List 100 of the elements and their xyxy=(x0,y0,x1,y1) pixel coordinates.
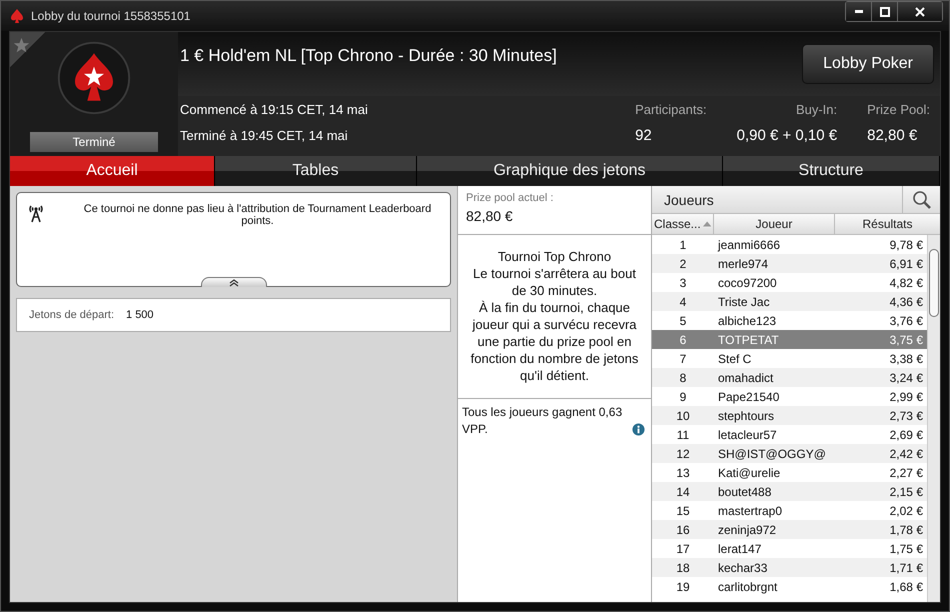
player-cell-text: Stef C xyxy=(717,352,752,366)
result-cell-text: 2,02 € xyxy=(888,504,924,518)
starting-chips-label: Jetons de départ: xyxy=(29,309,114,321)
result-cell-text: 1,68 € xyxy=(888,580,924,594)
rank-cell-text: 8 xyxy=(678,370,688,384)
lobby-poker-button[interactable]: Lobby Poker xyxy=(802,44,934,84)
player-row[interactable]: 8 omahadict 3,24 € xyxy=(652,368,927,387)
player-row[interactable]: 18 kechar33 1,71 € xyxy=(652,558,927,577)
result-cell-text: 1,78 € xyxy=(888,522,924,536)
maximize-button[interactable] xyxy=(872,2,898,21)
result-cell-text: 3,24 € xyxy=(888,370,924,384)
player-row[interactable]: 10 stephtours 2,73 € xyxy=(652,406,927,425)
collapse-button[interactable] xyxy=(200,277,266,287)
rank-cell-text: 2 xyxy=(678,256,688,270)
player-cell-text: TOTPETAT xyxy=(717,332,780,346)
info-icon[interactable] xyxy=(632,423,645,436)
player-cell-text: letacleur57 xyxy=(717,428,778,442)
player-row[interactable]: 16 zeninja972 1,78 € xyxy=(652,520,927,539)
player-cell-text: SH@IST@OGGY@ xyxy=(717,446,827,460)
rank-cell-text: 7 xyxy=(678,352,688,366)
player-cell-text: zeninja972 xyxy=(717,522,778,536)
double-chevron-up-icon xyxy=(228,278,240,286)
status-label: Terminé xyxy=(30,132,158,152)
tab[interactable]: Tables xyxy=(215,156,417,186)
result-cell-text: 4,36 € xyxy=(888,294,924,308)
stat-value: 82,80 € xyxy=(867,127,918,144)
result-cell-text: 1,71 € xyxy=(888,560,924,574)
description-text: À la fin du tournoi, chaque joueur qui a survécu recevra une partie du prize pool en fonction du nombre de jetons qu'il détient. xyxy=(470,299,639,384)
stat-value: 0,90 € + 0,10 € xyxy=(736,127,838,144)
tab[interactable]: Graphique des jetons xyxy=(417,156,723,186)
result-cell-text: 2,42 € xyxy=(888,446,924,460)
player-cell-text: Pape21540 xyxy=(717,390,780,404)
column-header[interactable]: Joueur xyxy=(714,214,835,234)
column-header[interactable]: Classe... xyxy=(652,214,714,234)
player-cell-text: stephtours xyxy=(717,408,776,422)
starting-chips-value: 1 500 xyxy=(126,309,154,321)
close-icon xyxy=(915,6,925,16)
player-row[interactable]: 14 boutet488 2,15 € xyxy=(652,482,927,501)
rank-cell-text: 1 xyxy=(678,238,688,252)
rank-cell-text: 17 xyxy=(675,542,691,556)
result-cell-text: 9,78 € xyxy=(888,238,924,252)
result-cell-text: 3,76 € xyxy=(888,314,924,328)
description-text: Tournoi Top Chrono xyxy=(496,248,612,265)
result-cell-text: 6,91 € xyxy=(888,256,924,270)
notice-text: Ce tournoi ne donne pas lieu à l'attribution de Tournament Leaderboard points. xyxy=(82,203,432,229)
player-cell-text: lerat147 xyxy=(717,542,762,556)
result-cell-text: 4,82 € xyxy=(888,276,924,290)
player-row[interactable]: 2 merle974 6,91 € xyxy=(652,254,927,273)
tournament-title: 1 € Hold'em NL [Top Chrono - Durée : 30 Minutes] xyxy=(180,46,557,66)
result-cell-text: 3,38 € xyxy=(888,352,924,366)
player-cell-text: Kati@urelie xyxy=(717,466,782,480)
rank-cell-text: 10 xyxy=(675,408,691,422)
close-button[interactable] xyxy=(898,2,942,21)
stat-label: Prize Pool: xyxy=(867,102,930,117)
rank-cell-text: 18 xyxy=(675,560,691,574)
player-cell-text: carlitobrgnt xyxy=(717,580,778,594)
window-title: Lobby du tournoi 1558355101 xyxy=(31,9,190,23)
player-row[interactable]: 12 SH@IST@OGGY@ 2,42 € xyxy=(652,444,927,463)
spade-logo-icon xyxy=(56,40,132,116)
player-cell-text: kechar33 xyxy=(717,560,768,574)
star-icon[interactable] xyxy=(13,37,30,54)
result-cell-text: 2,27 € xyxy=(888,466,924,480)
result-cell-text: 2,73 € xyxy=(888,408,924,422)
rank-cell-text: 13 xyxy=(675,466,691,480)
stat-label: Buy-In: xyxy=(794,102,838,117)
rank-cell-text: 15 xyxy=(675,504,691,518)
player-cell-text: boutet488 xyxy=(717,484,772,498)
rank-cell-text: 5 xyxy=(678,314,688,328)
start-time: Commencé à 19:15 CET, 14 mai xyxy=(180,102,368,117)
rank-cell-text: 14 xyxy=(675,484,691,498)
result-cell-text: 2,69 € xyxy=(888,428,924,442)
prize-pool-value: 82,80 € xyxy=(466,208,514,224)
player-cell-text: mastertrap0 xyxy=(717,504,784,518)
player-cell-text: omahadict xyxy=(717,370,774,384)
result-cell-text: 1,75 € xyxy=(888,542,924,556)
rank-cell-text: 9 xyxy=(678,390,688,404)
result-cell-text: 3,75 € xyxy=(888,332,924,346)
tab[interactable]: Accueil xyxy=(10,156,215,186)
description-text: Le tournoi s'arrêtera au bout de 30 minutes. xyxy=(472,265,637,299)
scrollbar[interactable] xyxy=(927,235,940,602)
players-title: Joueurs xyxy=(663,192,714,208)
rank-cell-text: 19 xyxy=(675,580,691,594)
maximize-icon xyxy=(880,6,890,16)
player-cell-text: merle974 xyxy=(717,256,770,270)
rank-cell-text: 11 xyxy=(676,428,690,442)
end-time: Terminé à 19:45 CET, 14 mai xyxy=(180,128,349,143)
column-header[interactable]: Résultats xyxy=(835,214,940,234)
vpp-text: Tous les joueurs gagnent 0,63 VPP. xyxy=(462,404,624,438)
result-cell-text: 2,99 € xyxy=(888,390,924,404)
spade-icon xyxy=(9,8,25,24)
rank-cell-text: 6 xyxy=(678,332,688,346)
rank-cell-text: 12 xyxy=(675,446,691,460)
player-row[interactable]: 6 TOTPETAT 3,75 € xyxy=(652,330,927,349)
minimize-icon xyxy=(854,10,862,13)
stat-label: Participants: xyxy=(635,102,707,117)
stat-value: 92 xyxy=(635,127,653,144)
tab[interactable]: Structure xyxy=(723,156,940,186)
minimize-button[interactable] xyxy=(846,2,872,21)
player-row[interactable]: 4 Triste Jac 4,36 € xyxy=(652,292,927,311)
sort-ascending-icon xyxy=(702,221,711,227)
